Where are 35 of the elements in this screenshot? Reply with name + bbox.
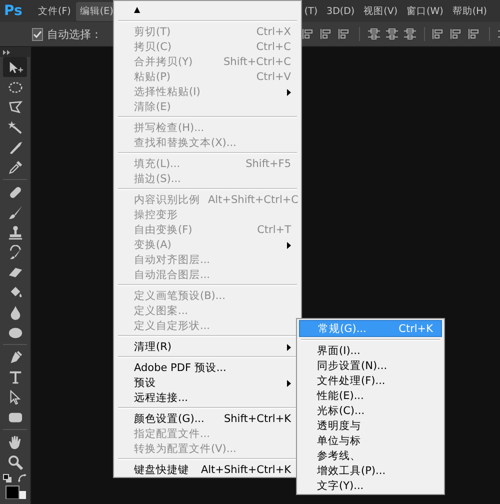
shortcut-text: Alt+Shift+Ctrl+C xyxy=(208,194,298,206)
shortcut-text: Ctrl+C xyxy=(256,40,291,52)
menu-item[interactable]: 同步设置(N)... xyxy=(299,358,442,373)
scroll-up-arrow[interactable]: ▲ xyxy=(134,5,140,14)
auto-select-label: 自动选择： xyxy=(47,26,102,42)
menu-item[interactable]: 文字(Y)... xyxy=(299,478,442,493)
menu-bar-item[interactable]: 3D(D) xyxy=(322,2,359,20)
menu-item[interactable]: 增效工具(P)... xyxy=(299,463,442,478)
menu-bar-item[interactable]: 帮助(H) xyxy=(448,2,491,20)
shortcut-text: Ctrl+K xyxy=(398,322,433,334)
menu-item[interactable]: 预设 xyxy=(116,375,299,390)
menu-item[interactable]: 键盘快捷键 Alt+Shift+Ctrl+K xyxy=(116,462,299,477)
menu-item[interactable]: 清理(R) xyxy=(116,339,299,354)
app-logo: Ps xyxy=(4,3,24,19)
shortcut-text: Shift+F5 xyxy=(246,158,291,170)
shortcut-text: Shift+Ctrl+C xyxy=(224,56,291,68)
menu-item[interactable]: 光标(C)... xyxy=(299,403,442,418)
shortcut-text: Alt+Shift+Ctrl+K xyxy=(200,464,291,476)
shortcut-text: Ctrl+T xyxy=(257,224,291,236)
menu-item[interactable]: 性能(E)... xyxy=(299,388,442,403)
shortcut-text: Shift+Ctrl+K xyxy=(224,412,291,424)
menu-item[interactable]: 颜色设置(G)... Shift+Ctrl+K xyxy=(116,411,299,426)
menu-item[interactable]: 界面(I)... xyxy=(299,343,442,358)
menu-item[interactable]: 参考线、 xyxy=(299,448,442,463)
menu-item[interactable]: 透明度与 xyxy=(299,418,442,433)
menu-item[interactable]: 远程连接... xyxy=(116,390,299,405)
shortcut-text: Ctrl+V xyxy=(256,70,291,82)
menu-bar-item[interactable]: 视图(V) xyxy=(360,2,402,20)
menu-bar-item[interactable]: 窗口(W) xyxy=(402,2,448,20)
shortcut-text: Ctrl+X xyxy=(256,26,291,38)
menu-item[interactable]: 文件处理(F)... xyxy=(299,373,442,388)
menu-bar-item[interactable]: 文件(F) xyxy=(34,2,75,20)
menu-item[interactable]: Adobe PDF 预设... xyxy=(116,360,299,375)
menu-bar-item[interactable]: (T) xyxy=(300,2,322,20)
menu-item[interactable]: 单位与标 xyxy=(299,433,442,448)
